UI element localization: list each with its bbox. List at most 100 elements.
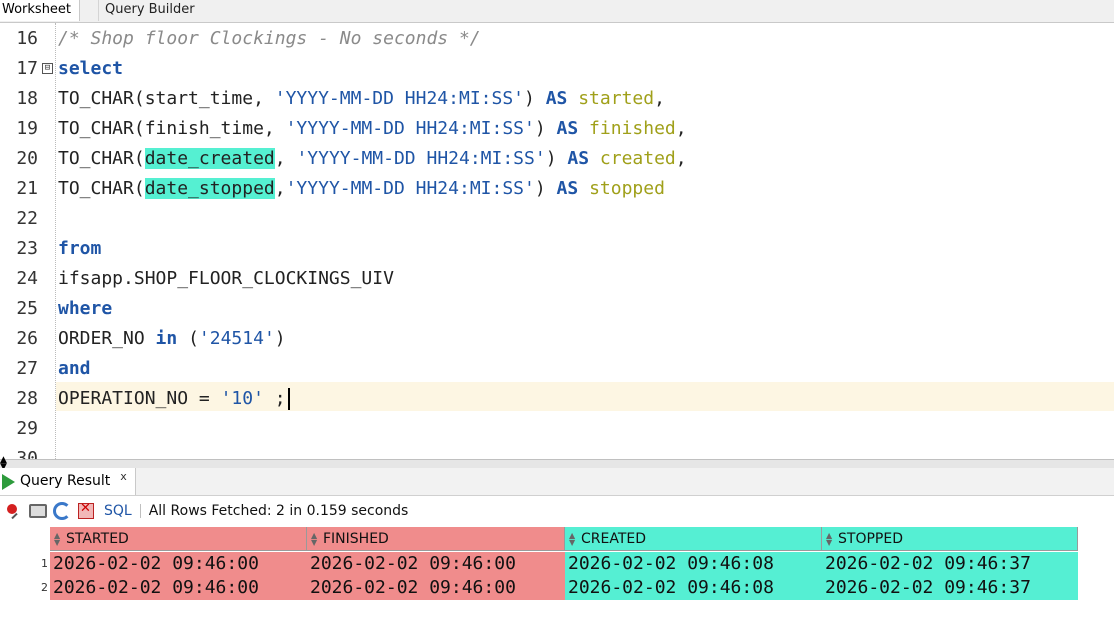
- sql-text: OPERATION_NO =: [58, 388, 221, 409]
- sql-editor[interactable]: 16 17 18 19 20 21 22 23 24 25 26 27 28 2…: [0, 23, 1114, 459]
- collapse-icon[interactable]: ⊟: [42, 63, 53, 74]
- code-line-18: TO_CHAR(start_time, 'YYYY-MM-DD HH24:MI:…: [58, 84, 665, 114]
- sql-alias: stopped: [589, 178, 665, 199]
- sql-text: ): [545, 148, 568, 169]
- sort-icon: ▲ ▼: [54, 531, 61, 547]
- column-header-stopped[interactable]: ▲ ▼ STOPPED: [822, 527, 1078, 551]
- sql-string: '24514': [198, 328, 275, 349]
- table-cell[interactable]: 2026-02-02 09:46:37: [822, 576, 1078, 600]
- text-caret: [287, 388, 290, 410]
- tab-query-result[interactable]: Query Result x: [0, 468, 136, 495]
- table-cell[interactable]: 2026-02-02 09:46:00: [50, 576, 307, 600]
- sql-comment: /* Shop floor Clockings - No seconds */: [58, 28, 481, 49]
- sql-keyword: AS: [556, 118, 579, 139]
- column-header-label: CREATED: [581, 531, 647, 547]
- code-line-25: where: [58, 294, 112, 324]
- code-line-21: TO_CHAR(date_stopped,'YYYY-MM-DD HH24:MI…: [58, 174, 665, 204]
- pin-button[interactable]: [4, 501, 24, 521]
- row-number[interactable]: 2: [36, 576, 48, 600]
- table-cell[interactable]: 2026-02-02 09:46:08: [565, 576, 822, 600]
- result-grid: ▲ ▼ STARTED ▲ ▼ FINISHED ▲ ▼ CREATED ▲ ▼ STOPPED…: [0, 527, 1114, 617]
- toolbar-divider: [139, 504, 141, 518]
- refresh-icon: [53, 502, 71, 520]
- code-line-26: ORDER_NO in ('24514'): [58, 324, 286, 354]
- query-result-label: Query Result: [20, 473, 111, 489]
- line-number: 22: [16, 208, 38, 229]
- sql-text: ): [524, 88, 546, 109]
- column-header-started[interactable]: ▲ ▼ STARTED: [50, 527, 307, 551]
- sql-button[interactable]: SQL: [104, 503, 132, 519]
- line-number: 19: [16, 118, 38, 139]
- sql-text: ,: [675, 148, 687, 169]
- sql-text: ;: [263, 388, 286, 409]
- print-button[interactable]: [28, 501, 48, 521]
- sql-alias: created: [599, 148, 676, 169]
- tab-worksheet[interactable]: Worksheet: [0, 0, 81, 21]
- code-line-24: ifsapp.SHOP_FLOOR_CLOCKINGS_UIV: [58, 264, 394, 294]
- line-number: 27: [16, 358, 38, 379]
- table-cell[interactable]: 2026-02-02 09:46:08: [565, 552, 822, 576]
- sql-string: 'YYYY-MM-DD HH24:MI:SS': [285, 178, 535, 199]
- result-tab-strip: Query Result x: [0, 468, 1114, 496]
- sql-keyword: from: [58, 238, 102, 259]
- line-number: 29: [16, 418, 38, 439]
- line-number: 18: [16, 88, 38, 109]
- sql-text: TO_CHAR(: [58, 178, 145, 199]
- table-cell[interactable]: 2026-02-02 09:46:00: [50, 552, 307, 576]
- table-cell[interactable]: 2026-02-02 09:46:00: [307, 552, 565, 576]
- column-header-label: STARTED: [66, 531, 129, 547]
- sql-keyword: and: [58, 358, 91, 379]
- code-line-27: and: [58, 354, 91, 384]
- sql-text: ifsapp.SHOP_FLOOR_CLOCKINGS_UIV: [58, 268, 394, 289]
- sql-text: (: [177, 328, 199, 349]
- highlighted-identifier: date_stopped: [144, 178, 275, 199]
- line-number: 21: [16, 178, 38, 199]
- fetch-status: All Rows Fetched: 2 in 0.159 seconds: [148, 503, 409, 519]
- print-icon: [29, 504, 47, 518]
- line-number: 16: [16, 28, 38, 49]
- sql-text: ): [534, 118, 557, 139]
- close-icon[interactable]: x: [120, 463, 127, 490]
- code-line-23: from: [58, 234, 101, 264]
- line-number: 26: [16, 328, 38, 349]
- delete-button[interactable]: [76, 501, 96, 521]
- sql-keyword: AS: [556, 178, 579, 199]
- sql-string: 'YYYY-MM-DD HH24:MI:SS': [274, 88, 524, 109]
- line-number-gutter: 16 17 18 19 20 21 22 23 24 25 26 27 28 2…: [0, 23, 40, 459]
- sql-text: TO_CHAR(start_time,: [58, 88, 275, 109]
- sql-text: TO_CHAR(finish_time,: [58, 118, 286, 139]
- column-header-created[interactable]: ▲ ▼ CREATED: [565, 527, 822, 551]
- pin-icon: [7, 504, 17, 514]
- line-number: 28: [16, 388, 38, 409]
- sql-string: 'YYYY-MM-DD HH24:MI:SS': [296, 148, 546, 169]
- sql-text: ): [274, 328, 286, 349]
- table-cell[interactable]: 2026-02-02 09:46:37: [822, 552, 1078, 576]
- sql-keyword: select: [58, 58, 124, 79]
- editor-tab-strip: Worksheet Query Builder: [0, 0, 1114, 23]
- result-toolbar: SQL All Rows Fetched: 2 in 0.159 seconds: [0, 496, 1114, 526]
- table-cell[interactable]: 2026-02-02 09:46:00: [307, 576, 565, 600]
- highlighted-identifier: date_created: [144, 148, 275, 169]
- column-header-finished[interactable]: ▲ ▼ FINISHED: [307, 527, 565, 551]
- play-icon: [2, 473, 15, 490]
- sql-alias: started: [578, 88, 655, 109]
- code-line-20: TO_CHAR(date_created, 'YYYY-MM-DD HH24:M…: [58, 144, 687, 174]
- line-number: 24: [16, 268, 38, 289]
- sql-keyword: where: [58, 298, 113, 319]
- row-number[interactable]: 1: [36, 552, 48, 576]
- sort-icon: ▲ ▼: [311, 531, 318, 547]
- column-header-label: FINISHED: [323, 531, 389, 547]
- code-line-16: /* Shop floor Clockings - No seconds */: [58, 24, 481, 54]
- line-number: 20: [16, 148, 38, 169]
- tab-query-builder[interactable]: Query Builder: [98, 0, 201, 21]
- sql-text: ,: [274, 178, 286, 199]
- sort-icon: ▲ ▼: [569, 531, 576, 547]
- sql-alias: finished: [589, 118, 676, 139]
- sql-keyword: AS: [545, 88, 568, 109]
- sql-string: '10': [220, 388, 264, 409]
- code-line-19: TO_CHAR(finish_time, 'YYYY-MM-DD HH24:MI…: [58, 114, 687, 144]
- refresh-button[interactable]: [52, 501, 72, 521]
- sql-keyword: AS: [567, 148, 590, 169]
- sort-icon: ▲ ▼: [826, 531, 833, 547]
- column-header-label: STOPPED: [838, 531, 903, 547]
